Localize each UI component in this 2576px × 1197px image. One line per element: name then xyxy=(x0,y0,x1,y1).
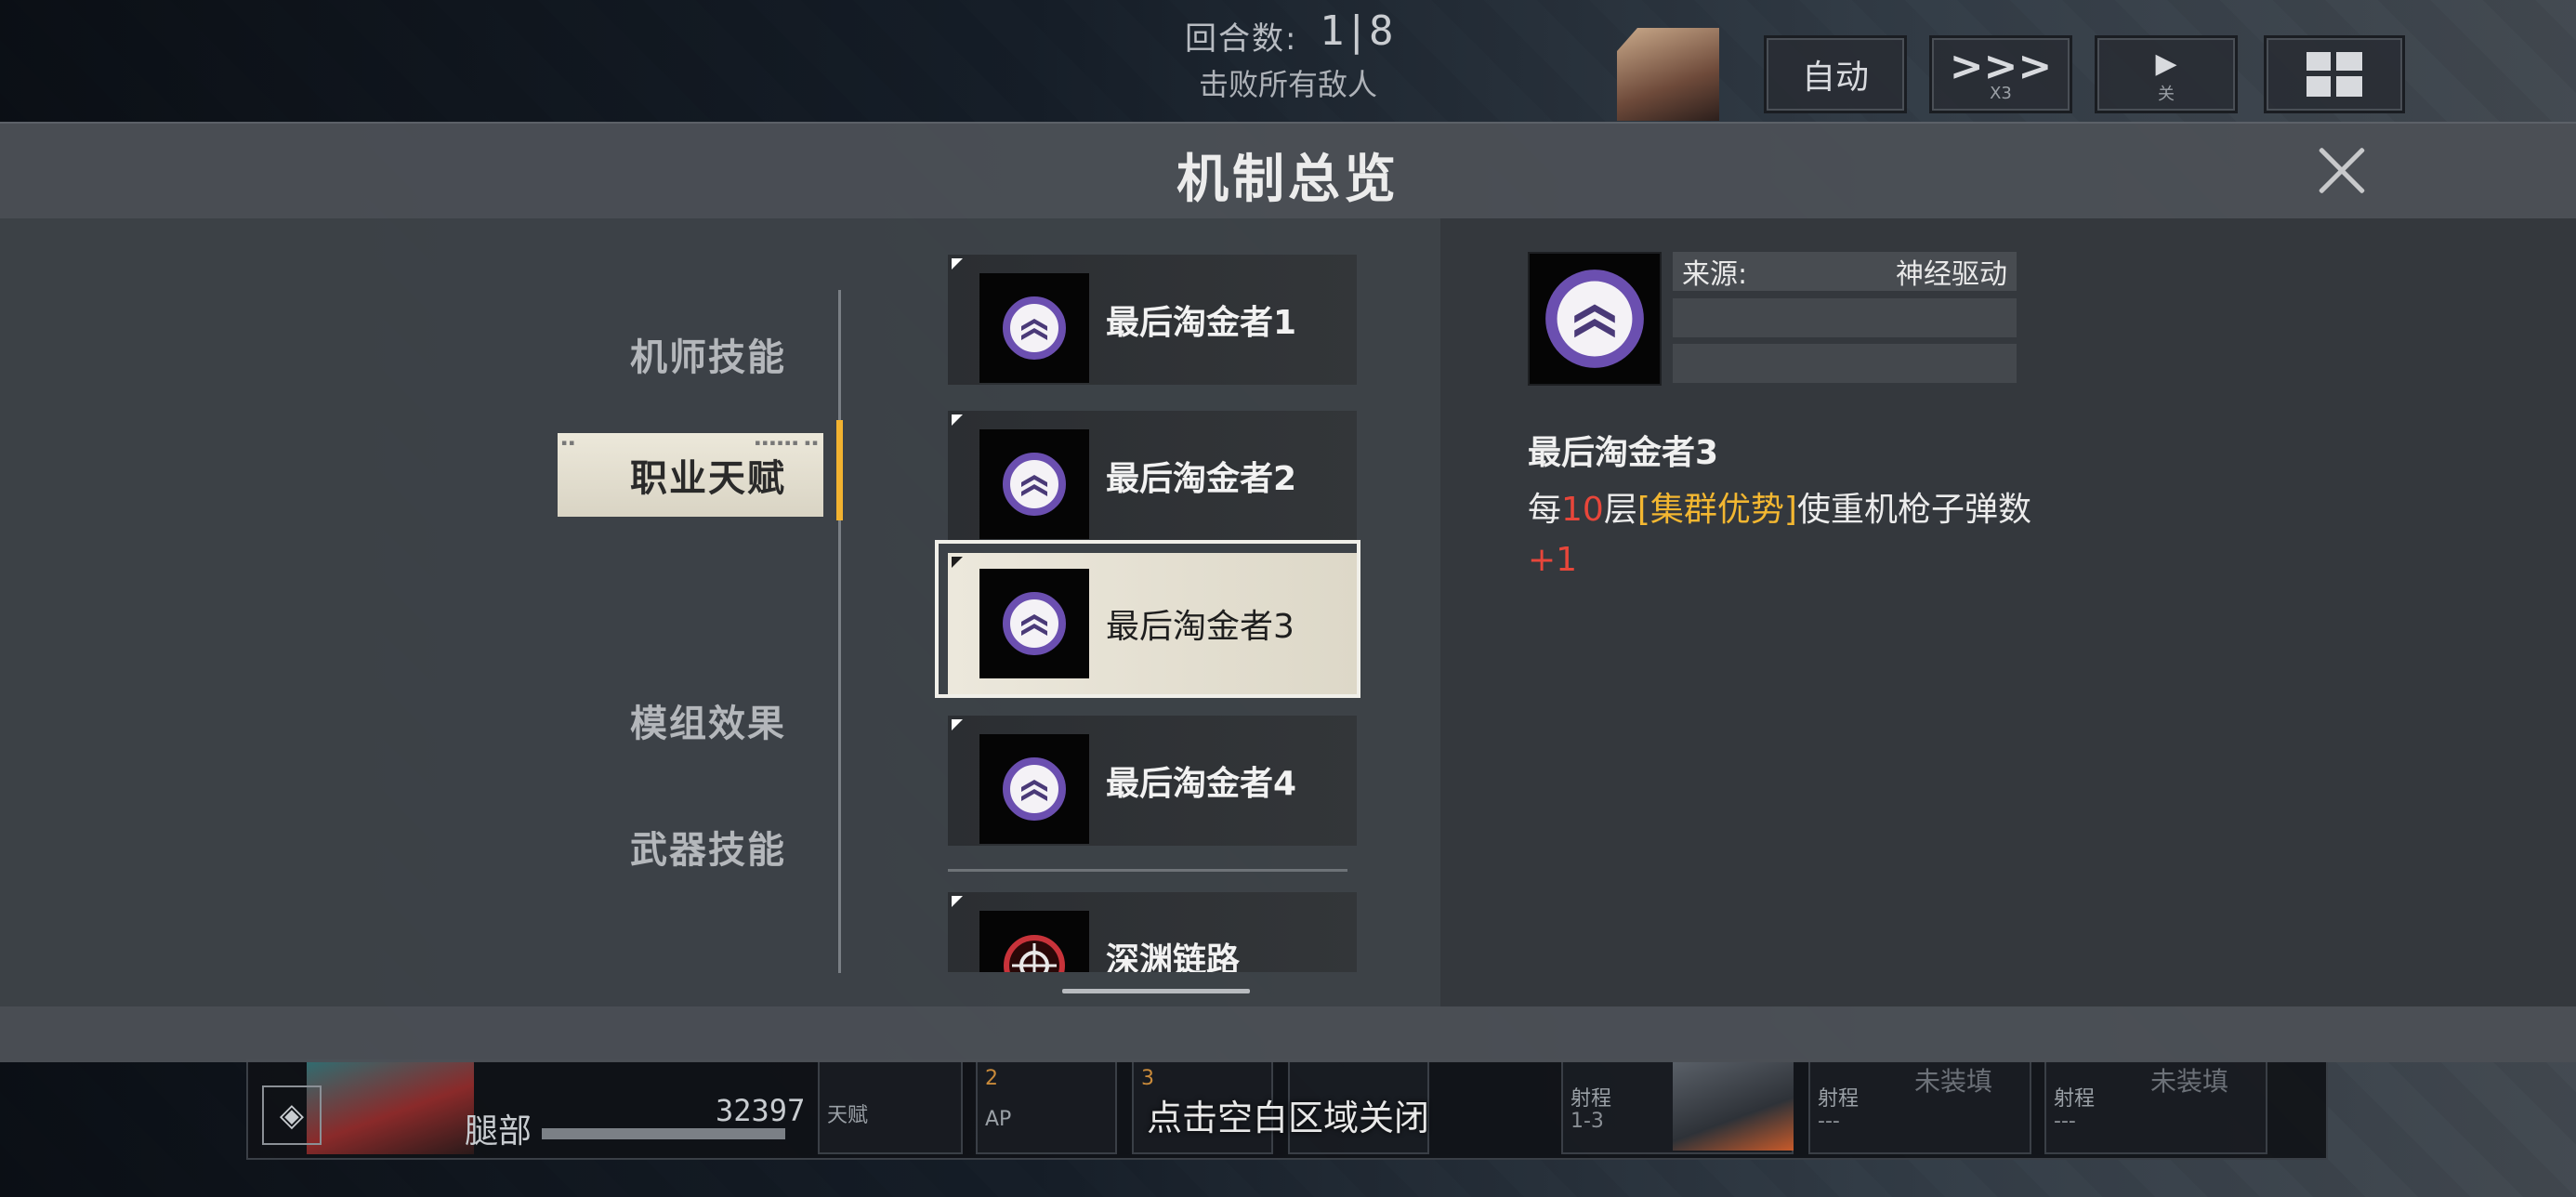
purple-chevron-emblem-icon xyxy=(979,734,1089,844)
category-label: 职业天赋 xyxy=(630,457,786,500)
talent-item[interactable]: 最后淘金者1 xyxy=(948,255,1357,385)
category-label: 模组效果 xyxy=(630,703,786,745)
round-counter: 1|8 xyxy=(1320,7,1394,55)
close-icon[interactable] xyxy=(2309,138,2374,203)
red-crosshair-emblem-icon xyxy=(979,911,1089,972)
category-module-effects[interactable]: 模组效果 xyxy=(558,678,823,762)
talent-item-label: 深渊链路 xyxy=(1106,941,1241,972)
modal-footer xyxy=(0,1006,2576,1062)
talent-item[interactable]: 最后淘金者4 xyxy=(948,716,1357,846)
talent-item-label: 最后淘金者4 xyxy=(1106,765,1297,803)
animation-toggle-state: 关 xyxy=(2158,85,2175,104)
category-weapon-skills[interactable]: 武器技能 xyxy=(558,805,823,888)
detail-title: 最后淘金者3 xyxy=(1528,434,1719,472)
auto-button[interactable]: 自动 xyxy=(1764,35,1907,113)
close-hint[interactable]: 点击空白区域关闭 xyxy=(0,1089,2576,1140)
purple-chevron-emblem-icon xyxy=(979,429,1089,539)
talent-item[interactable]: 深渊链路 xyxy=(948,892,1357,972)
category-label: 武器技能 xyxy=(630,829,786,872)
overview-button[interactable] xyxy=(2264,35,2405,113)
source-label: 来源: xyxy=(1682,258,1748,291)
talent-item-label: 最后淘金者1 xyxy=(1106,304,1297,342)
detail-emblem-icon xyxy=(1528,252,1662,386)
talent-item-label: 最后淘金者2 xyxy=(1106,460,1297,498)
grid-layout-icon xyxy=(2307,52,2362,97)
selection-frame xyxy=(935,540,1360,698)
auto-button-label: 自动 xyxy=(1801,59,1869,97)
objective-text: 击败所有敌人 xyxy=(1199,67,1378,102)
speed-multiplier: X3 xyxy=(1990,83,2012,103)
detail-info-row xyxy=(1673,344,2017,383)
animation-toggle-button[interactable]: ▶ 关 xyxy=(2095,35,2238,113)
film-play-icon: ▶ xyxy=(2155,47,2177,80)
source-row: 来源: 神经驱动 xyxy=(1673,252,2017,291)
detail-description: 每10层[集群优势]使重机枪子弹数 +1 xyxy=(1528,491,2031,579)
pilot-avatar xyxy=(1617,28,1719,121)
talent-item[interactable]: 最后淘金者2 xyxy=(948,411,1357,541)
detail-info-row xyxy=(1673,298,2017,337)
source-value: 神经驱动 xyxy=(1896,258,2007,291)
fast-forward-icon: >>> xyxy=(1949,42,2053,90)
category-class-talents[interactable]: ▪▪ ▪▪▪▪▪▪ ▪▪ 职业天赋 xyxy=(558,433,823,517)
purple-chevron-emblem-icon xyxy=(979,273,1089,383)
round-label: 回合数: xyxy=(1185,20,1298,58)
desc-bonus: +1 xyxy=(1528,541,1578,579)
desc-keyword: [集群优势] xyxy=(1636,491,1797,529)
scroll-indicator[interactable] xyxy=(1062,989,1250,993)
desc-number: 10 xyxy=(1561,491,1604,529)
top-hud: 回合数: 1|8 击败所有敌人 自动 >>> X3 ▶ 关 xyxy=(0,0,2576,121)
skill-slot-cost: 2 xyxy=(985,1067,998,1090)
category-pilot-skills[interactable]: 机师技能 xyxy=(558,312,823,396)
category-label: 机师技能 xyxy=(630,336,786,379)
modal-title: 机制总览 xyxy=(1176,150,1400,210)
active-category-marker xyxy=(836,420,843,520)
skill-slot-cost: 3 xyxy=(1141,1067,1154,1090)
category-divider xyxy=(838,290,841,973)
speed-button[interactable]: >>> X3 xyxy=(1929,35,2072,113)
list-separator xyxy=(948,869,1347,872)
